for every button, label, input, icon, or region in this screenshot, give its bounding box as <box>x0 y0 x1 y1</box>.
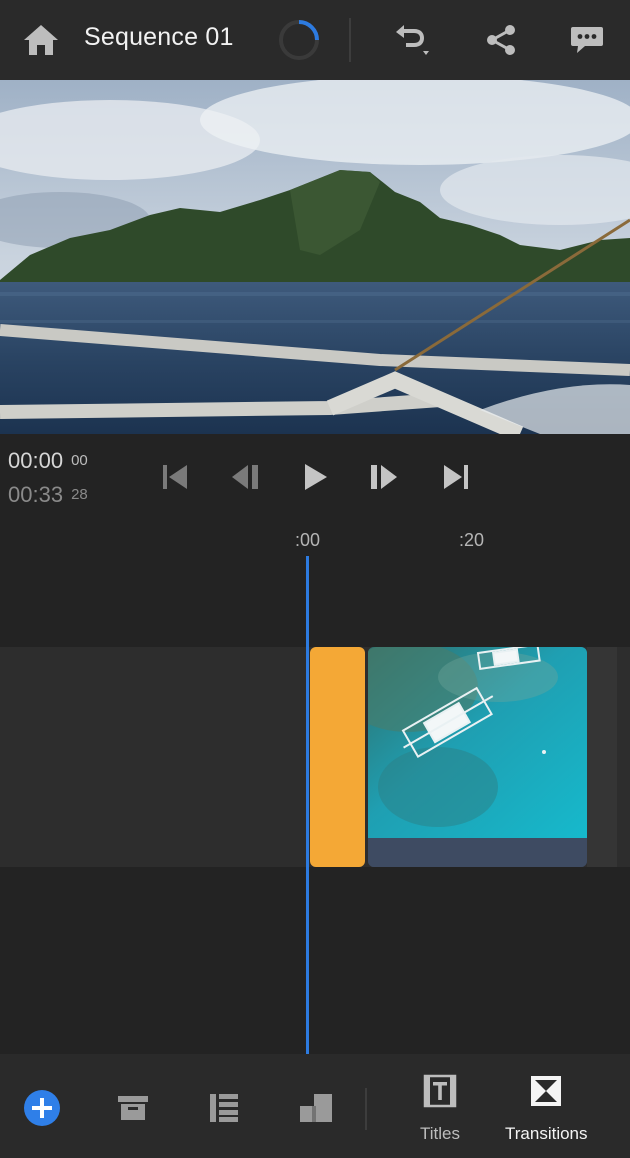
titles-tool[interactable]: Titles <box>420 1074 460 1154</box>
clip-footer <box>368 838 587 867</box>
feedback-button[interactable] <box>567 20 607 60</box>
step-forward-button[interactable] <box>364 458 404 496</box>
track-end-handle[interactable] <box>587 647 617 867</box>
app-root: Sequence 01 00:00 00 00:33 28:00:20 Ti… <box>0 0 630 1158</box>
aspect-icon <box>300 1094 332 1122</box>
archive-button[interactable] <box>111 1086 155 1130</box>
play-button[interactable] <box>295 458 335 496</box>
share-button[interactable] <box>481 20 521 60</box>
play-icon <box>305 464 327 490</box>
bottom-toolbar: Titles Transitions <box>0 1054 630 1158</box>
transitions-tool[interactable]: Transitions <box>505 1074 588 1154</box>
transitions-icon <box>531 1076 562 1106</box>
sequence-title[interactable]: Sequence 01 <box>84 23 234 52</box>
archive-icon <box>118 1096 148 1120</box>
video-preview[interactable] <box>0 80 630 434</box>
home-button[interactable] <box>20 20 62 60</box>
clip-thumbnail <box>368 647 587 838</box>
transition-clip[interactable] <box>310 647 365 867</box>
header-divider <box>349 18 351 62</box>
duration-time: 00:33 28 <box>8 482 88 516</box>
undo-icon <box>396 25 429 55</box>
playhead[interactable] <box>306 556 309 1054</box>
feedback-icon <box>571 27 603 53</box>
step-back-icon <box>232 465 258 489</box>
skip-to-start-button[interactable] <box>155 458 195 496</box>
timecode-display: 00:00 00 00:33 28 <box>8 448 88 516</box>
ruler-label-start: :00 <box>295 530 321 550</box>
progress-spinner <box>279 20 319 60</box>
list-icon <box>210 1094 238 1122</box>
titles-label: Titles <box>420 1124 460 1143</box>
add-media-button[interactable] <box>20 1086 64 1130</box>
home-icon <box>24 25 58 55</box>
current-time-main: 00:00 <box>8 448 64 473</box>
duration-main: 00:33 <box>8 482 64 507</box>
toolbar-divider <box>365 1088 367 1130</box>
duration-frames: 28 <box>71 486 88 503</box>
aspect-ratio-button[interactable] <box>294 1086 338 1130</box>
ruler-label-20: :20 <box>459 530 485 550</box>
skip-to-end-button[interactable] <box>436 458 476 496</box>
skip-to-start-icon <box>163 465 187 489</box>
share-icon <box>487 25 515 55</box>
undo-button[interactable] <box>390 20 430 60</box>
add-icon <box>24 1090 60 1126</box>
titles-icon <box>423 1074 457 1108</box>
step-back-button[interactable] <box>225 458 265 496</box>
transitions-label: Transitions <box>505 1124 588 1143</box>
current-time: 00:00 00 <box>8 448 88 482</box>
list-button[interactable] <box>202 1086 246 1130</box>
skip-to-end-icon <box>444 465 468 489</box>
current-time-frames: 00 <box>71 452 88 469</box>
top-bar: Sequence 01 <box>0 0 630 80</box>
step-forward-icon <box>371 465 397 489</box>
video-clip[interactable] <box>368 647 587 867</box>
